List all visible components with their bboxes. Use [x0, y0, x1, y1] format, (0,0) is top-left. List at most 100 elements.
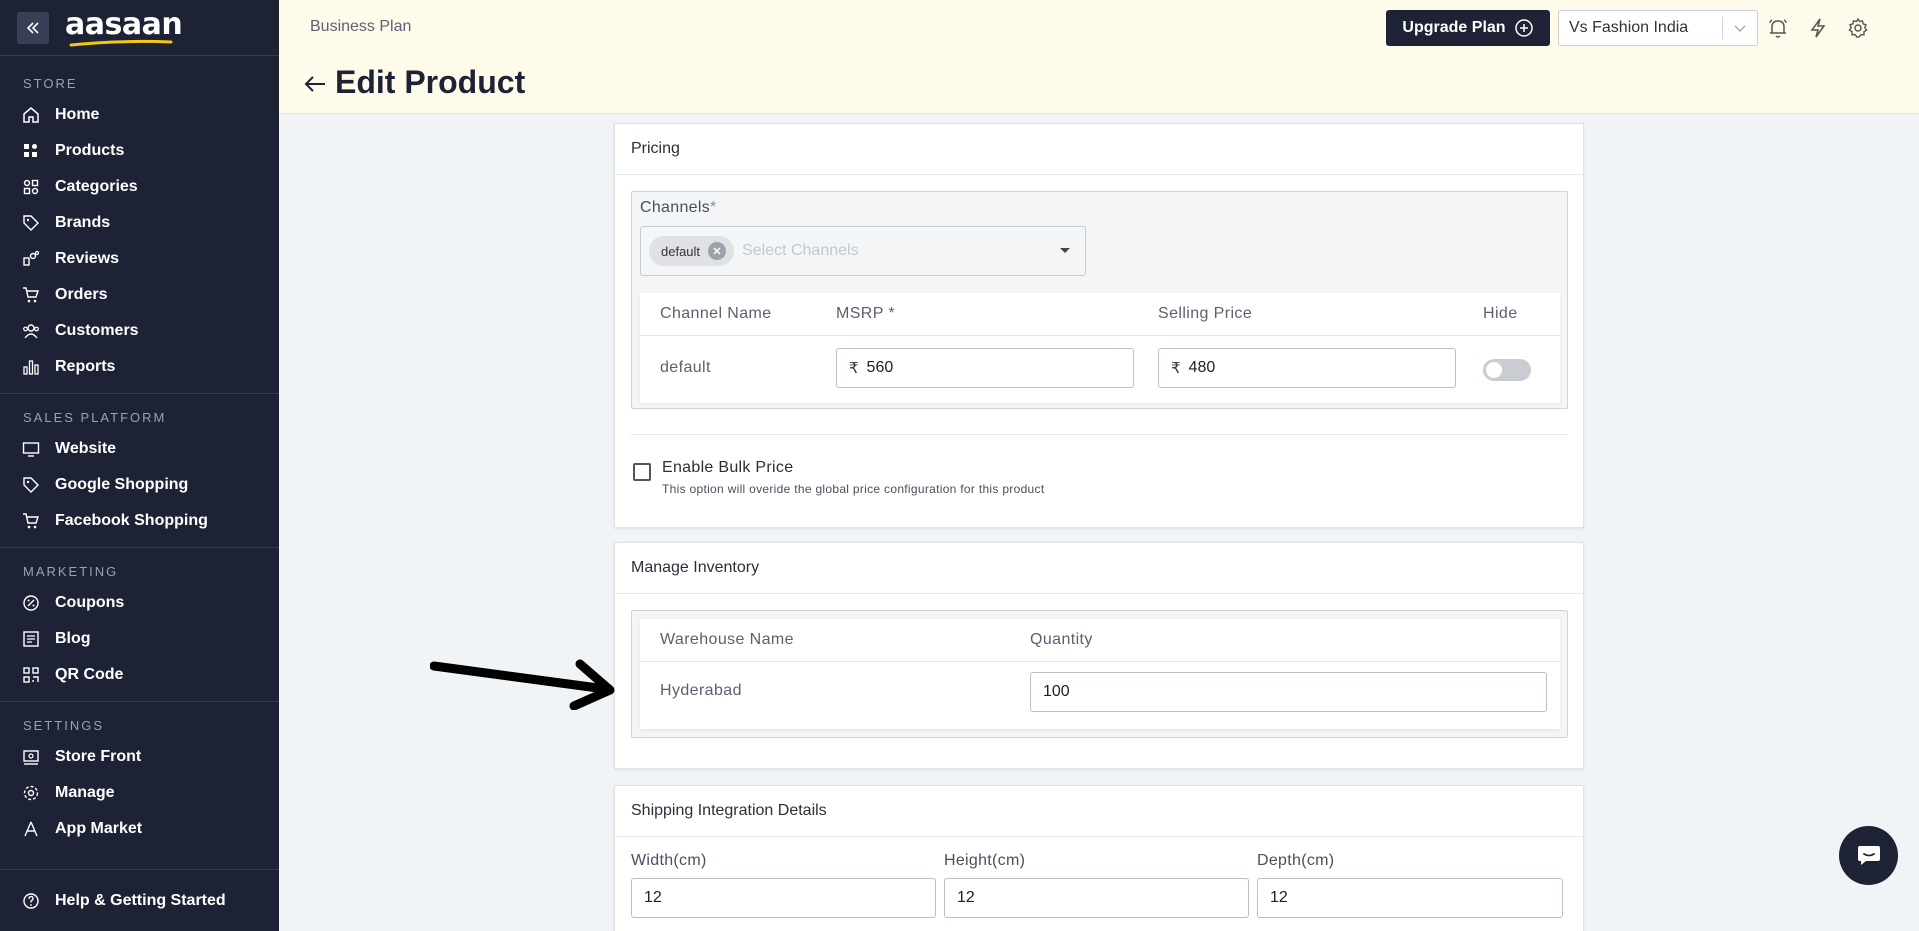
column-header-selling-price: Selling Price	[1158, 305, 1253, 322]
sidebar-item-label: Reviews	[55, 250, 120, 267]
inventory-panel: Warehouse Name Quantity Hyderabad 100	[631, 610, 1568, 738]
warehouse-name-cell: Hyderabad	[660, 682, 742, 699]
quantity-value: 100	[1043, 683, 1070, 700]
pricing-card: Pricing Channels* default Select Channel…	[614, 123, 1584, 528]
sidebar-item-website[interactable]: Website	[0, 431, 279, 467]
quantity-input[interactable]: 100	[1030, 672, 1547, 712]
chat-support-button[interactable]	[1839, 826, 1898, 885]
sidebar-item-brands[interactable]: Brands	[0, 205, 279, 241]
store-name: Vs Fashion India	[1569, 19, 1689, 36]
logo-swoosh-icon	[69, 39, 173, 46]
upgrade-plan-button[interactable]: Upgrade Plan	[1386, 10, 1550, 46]
sidebar-item-label: Coupons	[55, 594, 125, 611]
sidebar-section-sales-platform: SALES PLATFORM Website Google Shopping F…	[0, 394, 279, 548]
sidebar-item-label: Reports	[55, 358, 116, 375]
cart-icon	[22, 512, 40, 530]
sidebar-help: Help & Getting Started	[0, 869, 279, 931]
sidebar-item-reports[interactable]: Reports	[0, 349, 279, 385]
sidebar-item-app-market[interactable]: App Market	[0, 811, 279, 847]
hide-toggle[interactable]	[1483, 359, 1531, 381]
msrp-input[interactable]: ₹ 560	[836, 348, 1134, 388]
section-title: STORE	[23, 76, 78, 91]
column-header-warehouse: Warehouse Name	[660, 631, 794, 648]
sidebar-item-label: App Market	[55, 820, 143, 837]
bulk-price-checkbox[interactable]	[633, 463, 651, 481]
sidebar-item-store-front[interactable]: Store Front	[0, 739, 279, 775]
sidebar-item-products[interactable]: Products	[0, 133, 279, 169]
lightning-icon[interactable]	[1806, 16, 1830, 40]
inventory-table: Warehouse Name Quantity Hyderabad 100	[640, 619, 1560, 729]
sidebar-item-label: Website	[55, 440, 117, 457]
table-divider	[640, 661, 1560, 662]
inventory-heading: Manage Inventory	[615, 543, 1583, 594]
page-title: Edit Product	[335, 64, 526, 100]
sidebar-item-coupons[interactable]: Coupons	[0, 585, 279, 621]
sidebar-item-label: Help & Getting Started	[55, 892, 226, 909]
monitor-icon	[22, 440, 40, 458]
sidebar-item-orders[interactable]: Orders	[0, 277, 279, 313]
help-icon	[22, 892, 40, 910]
depth-value: 12	[1270, 889, 1288, 906]
double-chevron-left-icon	[26, 21, 39, 34]
channels-placeholder: Select Channels	[742, 242, 859, 259]
chip-label: default	[661, 243, 701, 259]
plus-circle-icon	[1514, 19, 1533, 37]
channels-panel: Channels* default Select Channels Channe…	[631, 191, 1568, 409]
column-header-hide: Hide	[1483, 305, 1518, 322]
notifications-bell-icon[interactable]	[1766, 16, 1790, 40]
msrp-value: 560	[866, 359, 894, 376]
sidebar-item-label: Google Shopping	[55, 476, 189, 493]
selling-price-input[interactable]: ₹ 480	[1158, 348, 1456, 388]
sidebar-item-google-shopping[interactable]: Google Shopping	[0, 467, 279, 503]
users-icon	[22, 322, 40, 340]
width-input[interactable]: 12	[631, 878, 936, 918]
channels-select[interactable]: default Select Channels	[640, 226, 1086, 276]
sidebar-item-home[interactable]: Home	[0, 97, 279, 133]
selling-price-value: 480	[1188, 359, 1216, 376]
column-header-msrp: MSRP *	[836, 305, 896, 322]
channels-label: Channels	[640, 199, 711, 216]
sidebar: aasaan STORE Home Products Categories Br…	[0, 0, 279, 931]
settings-gear-icon[interactable]	[1846, 16, 1870, 40]
bar-chart-icon	[22, 358, 40, 376]
sidebar-item-qr-code[interactable]: QR Code	[0, 657, 279, 693]
gear-icon	[22, 784, 40, 802]
upgrade-label: Upgrade Plan	[1402, 19, 1506, 36]
sidebar-item-label: Customers	[55, 322, 139, 339]
height-input[interactable]: 12	[944, 878, 1249, 918]
depth-input[interactable]: 12	[1257, 878, 1563, 918]
column-header-channel-name: Channel Name	[660, 305, 772, 322]
bulk-price-help: This option will overide the global pric…	[662, 482, 1045, 496]
channels-label-wrap: Channels*	[640, 199, 716, 217]
sidebar-item-customers[interactable]: Customers	[0, 313, 279, 349]
remove-chip-icon[interactable]	[708, 242, 727, 260]
reviews-icon	[22, 250, 40, 268]
cart-icon	[22, 286, 40, 304]
sidebar-item-reviews[interactable]: Reviews	[0, 241, 279, 277]
arrow-left-icon	[304, 76, 325, 92]
section-title: MARKETING	[23, 564, 119, 579]
sidebar-section-marketing: MARKETING Coupons Blog QR Code	[0, 548, 279, 702]
sidebar-header: aasaan	[0, 0, 279, 56]
back-button[interactable]	[303, 74, 327, 99]
table-divider	[640, 335, 1560, 336]
sidebar-item-help[interactable]: Help & Getting Started	[0, 870, 279, 931]
chat-bubble-icon	[1857, 845, 1880, 865]
categories-icon	[22, 178, 40, 196]
store-selector[interactable]: Vs Fashion India	[1558, 10, 1758, 46]
sidebar-item-manage[interactable]: Manage	[0, 775, 279, 811]
aasaan-logo[interactable]: aasaan	[65, 9, 183, 46]
width-value: 12	[644, 889, 662, 906]
chevron-down-icon	[1723, 23, 1757, 33]
rupee-symbol: ₹	[1171, 360, 1181, 377]
sidebar-item-blog[interactable]: Blog	[0, 621, 279, 657]
toggle-knob	[1486, 362, 1502, 378]
sidebar-item-categories[interactable]: Categories	[0, 169, 279, 205]
section-divider	[631, 434, 1568, 435]
column-header-quantity: Quantity	[1030, 631, 1093, 648]
sidebar-item-label: Store Front	[55, 748, 142, 765]
bulk-price-label: Enable Bulk Price	[662, 459, 794, 476]
sidebar-item-facebook-shopping[interactable]: Facebook Shopping	[0, 503, 279, 539]
shipping-card: Shipping Integration Details Width(cm) H…	[614, 785, 1584, 931]
collapse-sidebar-button[interactable]	[17, 11, 49, 44]
